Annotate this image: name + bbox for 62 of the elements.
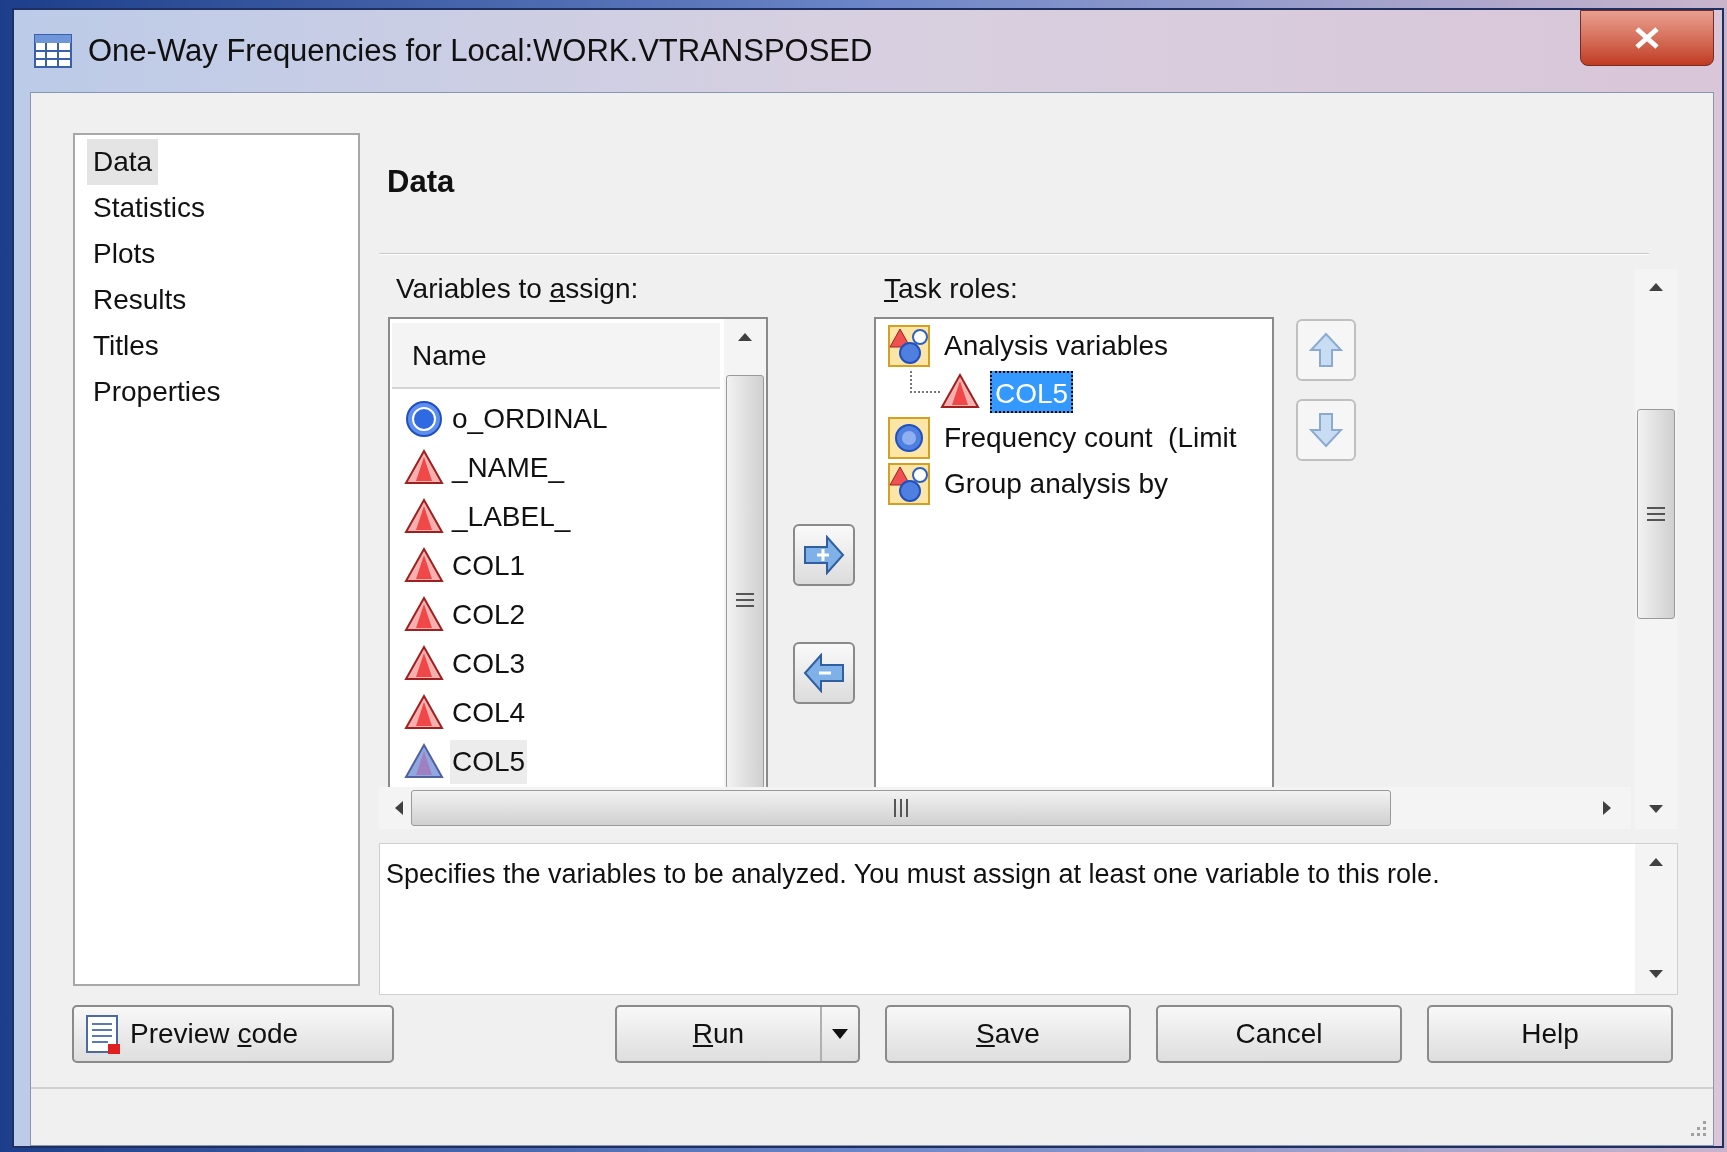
run-button[interactable]: Run xyxy=(615,1005,860,1063)
preview-code-button[interactable]: Preview code xyxy=(72,1005,394,1063)
variables-label: Variables to assign: xyxy=(395,272,640,306)
numeric-variable-icon xyxy=(404,399,444,438)
variable-item[interactable]: _LABEL_ xyxy=(450,494,573,539)
dropdown-caret-icon xyxy=(832,1029,848,1039)
character-variable-icon xyxy=(404,693,444,732)
dialog-button[interactable]: Cancel xyxy=(1156,1005,1402,1063)
up-arrow-icon xyxy=(1309,332,1343,368)
task-role-item[interactable]: Frequency count (Limit xyxy=(944,417,1237,459)
navigation-item[interactable]: Data xyxy=(87,139,159,185)
column-header[interactable]: Name xyxy=(392,323,720,389)
variable-item[interactable]: COL4 xyxy=(450,690,528,735)
vertical-scrollbar[interactable] xyxy=(1635,844,1677,994)
variable-item[interactable]: COL3 xyxy=(450,641,528,686)
assigned-variable-icon xyxy=(404,742,444,781)
dialog-button[interactable]: Help xyxy=(1427,1005,1673,1063)
horizontal-scrollbar[interactable] xyxy=(379,787,1631,829)
character-variable-icon xyxy=(404,448,444,487)
grip-icon xyxy=(736,592,754,608)
tree-connector xyxy=(910,371,940,393)
variable-item[interactable]: o_ORDINAL xyxy=(450,396,610,441)
grip-icon xyxy=(1647,506,1665,522)
scroll-thumb[interactable] xyxy=(411,790,1391,826)
page-title: Data xyxy=(386,163,456,201)
close-icon xyxy=(1633,26,1661,50)
dialog-button[interactable]: Save xyxy=(885,1005,1131,1063)
role-icon xyxy=(888,325,930,367)
navigation-item[interactable]: Properties xyxy=(87,369,227,415)
notepad-icon xyxy=(84,1012,122,1056)
left-arrow-icon xyxy=(803,653,845,693)
variable-item[interactable]: COL5 xyxy=(450,739,528,784)
role-icon xyxy=(888,463,930,505)
role-icon xyxy=(888,417,930,459)
navigation-item[interactable]: Plots xyxy=(87,231,162,277)
scroll-thumb[interactable] xyxy=(1637,409,1675,619)
task-roles-label: Task roles: xyxy=(883,272,1019,306)
description-text: Specifies the variables to be analyzed. You must assign at least one variable to this role. xyxy=(385,858,1441,891)
scroll-thumb[interactable] xyxy=(726,375,764,787)
vertical-scrollbar[interactable] xyxy=(1635,269,1677,829)
task-role-item[interactable]: Analysis variables xyxy=(944,325,1169,367)
variable-item[interactable]: COL2 xyxy=(450,592,528,637)
window-title: One-Way Frequencies for Local:WORK.VTRANSPOSED xyxy=(88,31,873,70)
character-variable-icon xyxy=(404,546,444,585)
down-arrow-icon xyxy=(1309,412,1343,448)
add-variable-button[interactable] xyxy=(793,524,855,586)
variable-item[interactable]: _NAME_ xyxy=(450,445,567,490)
remove-variable-button[interactable] xyxy=(793,642,855,704)
task-role-item[interactable]: Group analysis by xyxy=(944,463,1169,505)
vertical-scrollbar[interactable] xyxy=(724,319,766,787)
character-variable-icon xyxy=(940,373,980,411)
navigation-item[interactable]: Results xyxy=(87,277,193,323)
grip-icon xyxy=(893,799,909,817)
character-variable-icon xyxy=(404,595,444,634)
navigation-item[interactable]: Titles xyxy=(87,323,165,369)
table-icon xyxy=(34,34,72,68)
character-variable-icon xyxy=(404,644,444,683)
navigation-item[interactable]: Statistics xyxy=(87,185,212,231)
right-arrow-icon xyxy=(803,535,845,575)
character-variable-icon xyxy=(404,497,444,536)
close-button[interactable] xyxy=(1580,10,1714,66)
variable-item[interactable]: COL1 xyxy=(450,543,528,588)
